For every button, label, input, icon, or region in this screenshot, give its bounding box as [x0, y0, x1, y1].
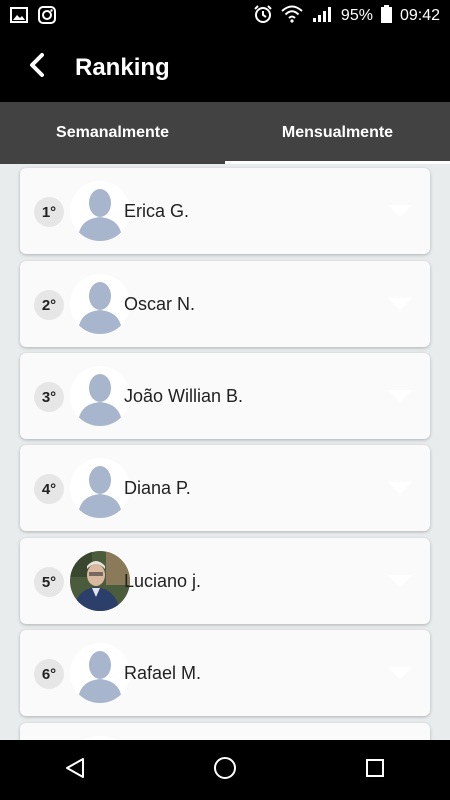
wifi-icon: [281, 5, 303, 28]
ranking-item[interactable]: [20, 723, 430, 740]
system-nav-bar: [0, 740, 450, 800]
tab-mensualmente[interactable]: Mensualmente: [225, 102, 450, 164]
nav-home-button[interactable]: [195, 740, 255, 800]
avatar-placeholder: [70, 274, 130, 334]
chevron-down-icon[interactable]: [388, 389, 412, 407]
ranking-item[interactable]: 6° Rafael M.: [20, 630, 430, 716]
user-name: João Willian B.: [124, 385, 244, 406]
chevron-down-icon[interactable]: [388, 574, 412, 592]
nav-recents-button[interactable]: [345, 740, 405, 800]
ranking-item[interactable]: 3° João Willian B.: [20, 353, 430, 439]
rank-badge: 3°: [34, 382, 64, 412]
instagram-icon: [38, 6, 56, 29]
avatar-placeholder: [70, 458, 130, 518]
app-bar: Ranking: [0, 32, 450, 102]
avatar-photo: [70, 551, 130, 611]
ranking-item[interactable]: 5° Luciano j.: [20, 538, 430, 624]
tab-bar: Semanalmente Mensualmente: [0, 102, 450, 164]
page-title: Ranking: [75, 54, 170, 81]
back-triangle-icon: [64, 757, 86, 784]
battery-icon: [380, 4, 392, 28]
chevron-down-icon[interactable]: [388, 297, 412, 315]
ranking-item[interactable]: 1° Erica G.: [20, 168, 430, 254]
user-name: Luciano j.: [124, 570, 202, 591]
alarm-icon: [253, 4, 273, 29]
chevron-down-icon[interactable]: [388, 666, 412, 684]
rank-badge: 5°: [34, 567, 64, 597]
avatar-placeholder: [70, 366, 130, 426]
nav-back-button[interactable]: [45, 740, 105, 800]
ranking-list[interactable]: 1° Erica G. 2° Oscar N. 3° João Willian …: [0, 164, 450, 740]
home-circle-icon: [213, 756, 237, 785]
signal-icon: [311, 5, 333, 28]
clock: 09:42: [399, 7, 440, 24]
chevron-down-icon[interactable]: [388, 204, 412, 222]
user-name: Rafael M.: [124, 662, 202, 683]
image-icon: [10, 7, 28, 28]
rank-badge: 6°: [34, 659, 64, 689]
user-name: Diana P.: [124, 477, 191, 498]
rank-badge: 2°: [34, 290, 64, 320]
tab-semanalmente[interactable]: Semanalmente: [0, 102, 225, 164]
tab-label: Mensualmente: [281, 124, 394, 141]
ranking-item[interactable]: 2° Oscar N.: [20, 261, 430, 347]
back-button[interactable]: [22, 52, 52, 82]
recents-square-icon: [365, 758, 385, 783]
rank-badge: 4°: [34, 474, 64, 504]
rank-badge: 1°: [34, 197, 64, 227]
ranking-item[interactable]: 4° Diana P.: [20, 445, 430, 531]
avatar-placeholder: [70, 181, 130, 241]
tab-label: Semanalmente: [56, 124, 169, 141]
user-name: Erica G.: [124, 200, 190, 221]
status-bar: 95% 09:42: [0, 0, 450, 32]
avatar-placeholder: [70, 643, 130, 703]
battery-percent: 95%: [340, 7, 373, 24]
user-name: Oscar N.: [124, 293, 196, 314]
chevron-down-icon[interactable]: [388, 481, 412, 499]
chevron-left-icon: [28, 52, 46, 83]
